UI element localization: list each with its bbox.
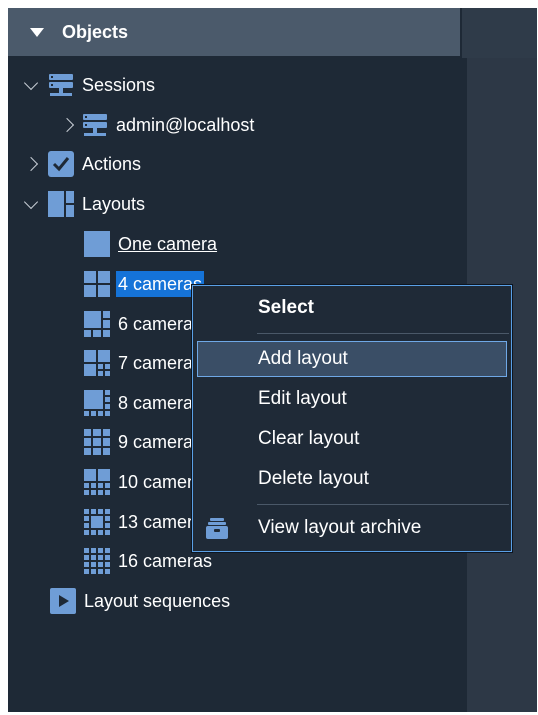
layouts-icon	[48, 191, 74, 217]
menu-item-label: Clear layout	[258, 428, 360, 449]
layout-item-label: 8 cameras	[118, 393, 203, 413]
right-pane-header	[462, 8, 537, 58]
chevron-right-icon[interactable]	[59, 117, 75, 133]
collapse-triangle-icon[interactable]	[30, 27, 44, 37]
chevron-down-icon[interactable]	[23, 75, 39, 91]
grid-10-icon	[84, 469, 110, 495]
menu-item-label: Delete layout	[258, 468, 369, 489]
menu-item-clear-layout[interactable]: Clear layout	[193, 421, 511, 457]
layout-item-label: 7 cameras	[118, 353, 203, 373]
layout-item-label: One camera	[118, 234, 218, 254]
layout-item-label: 4 cameras	[116, 271, 205, 297]
grid-13-icon	[84, 509, 110, 535]
grid-2x2-icon	[84, 271, 110, 297]
admin-session-label: admin@localhost	[116, 115, 255, 135]
layout-item-4-cameras[interactable]: 4 cameras	[84, 269, 205, 299]
actions-label: Actions	[82, 154, 142, 174]
single-view-icon	[84, 231, 110, 257]
menu-separator	[257, 504, 509, 505]
server-icon	[82, 112, 108, 138]
grid-8-icon	[84, 390, 110, 416]
menu-item-label: Add layout	[258, 348, 348, 369]
menu-item-label: Edit layout	[258, 388, 347, 409]
panel-title: Objects	[62, 21, 129, 42]
grid-7-icon	[84, 350, 110, 376]
menu-item-delete-layout[interactable]: Delete layout	[193, 461, 511, 497]
menu-item-label: View layout archive	[258, 517, 422, 538]
grid-3x3-icon	[84, 429, 110, 455]
layout-item-label: 6 cameras	[118, 314, 203, 334]
layout-item-9-cameras[interactable]: 9 cameras	[84, 427, 204, 457]
menu-item-view-layout-archive[interactable]: View layout archive	[193, 510, 511, 546]
tree-item-sessions[interactable]: Sessions	[23, 70, 157, 100]
menu-separator	[257, 333, 509, 334]
checkbox-icon	[48, 151, 74, 177]
layout-item-7-cameras[interactable]: 7 cameras	[84, 348, 204, 378]
menu-item-edit-layout[interactable]: Edit layout	[193, 381, 511, 417]
play-icon	[50, 588, 76, 614]
grid-6-icon	[84, 311, 110, 337]
menu-item-select[interactable]: Select	[193, 290, 511, 326]
tree-item-layout-sequences[interactable]: Layout sequences	[50, 586, 232, 616]
menu-item-label: Select	[258, 297, 314, 318]
layout-item-one-camera[interactable]: One camera	[84, 229, 219, 259]
layouts-label: Layouts	[82, 194, 146, 214]
layout-sequences-label: Layout sequences	[84, 591, 231, 611]
tree-item-admin-session[interactable]: admin@localhost	[59, 110, 256, 140]
context-menu: Select Add layout Edit layout Clear layo…	[192, 285, 512, 552]
tree-item-actions[interactable]: Actions	[23, 149, 143, 179]
archive-icon	[205, 516, 229, 540]
menu-item-add-layout[interactable]: Add layout	[197, 341, 507, 377]
chevron-right-icon[interactable]	[23, 156, 39, 172]
server-icon	[48, 72, 74, 98]
layout-item-8-cameras[interactable]: 8 cameras	[84, 388, 204, 418]
grid-4x4-icon	[84, 548, 110, 574]
tree-item-layouts[interactable]: Layouts	[23, 189, 147, 219]
layout-item-label: 9 cameras	[118, 432, 203, 452]
objects-header[interactable]: Objects	[8, 8, 460, 56]
layout-item-6-cameras[interactable]: 6 cameras	[84, 309, 204, 339]
chevron-down-icon[interactable]	[23, 194, 39, 210]
sessions-label: Sessions	[82, 75, 156, 95]
